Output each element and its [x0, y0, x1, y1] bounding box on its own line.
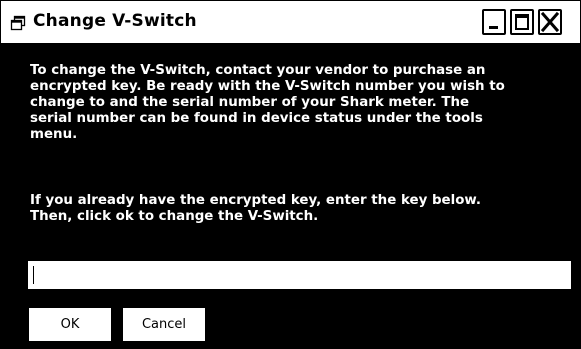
key-instructions-text: If you already have the encrypted key, e…	[30, 193, 560, 225]
instructions-text: To change the V-Switch, contact your ven…	[30, 63, 560, 143]
instructions-line: encrypted key. Be ready with the V-Switc…	[30, 79, 505, 94]
dialog-body: To change the V-Switch, contact your ven…	[1, 45, 580, 348]
minimize-icon	[489, 26, 498, 29]
change-v-switch-dialog: Change V-Switch To change the V-Switch, …	[0, 0, 581, 349]
instructions-line: menu.	[30, 127, 78, 142]
key-instructions-line: If you already have the encrypted key, e…	[30, 193, 482, 208]
cancel-button[interactable]: Cancel	[123, 308, 205, 341]
window-title: Change V-Switch	[33, 11, 197, 31]
instructions-line: change to and the serial number of your …	[30, 95, 470, 110]
instructions-line: To change the V-Switch, contact your ven…	[30, 63, 486, 78]
ok-button[interactable]: OK	[29, 308, 111, 341]
minimize-button[interactable]	[482, 9, 506, 35]
maximize-icon	[515, 14, 529, 30]
title-bar[interactable]: Change V-Switch	[1, 1, 580, 45]
window-icon	[10, 15, 26, 31]
encrypted-key-input[interactable]	[28, 261, 571, 289]
text-cursor	[33, 266, 34, 284]
maximize-button[interactable]	[510, 9, 534, 35]
key-instructions-line: Then, click ok to change the V-Switch.	[30, 209, 319, 224]
instructions-line: serial number can be found in device sta…	[30, 111, 483, 126]
close-button[interactable]	[538, 9, 562, 35]
close-icon	[540, 11, 560, 33]
